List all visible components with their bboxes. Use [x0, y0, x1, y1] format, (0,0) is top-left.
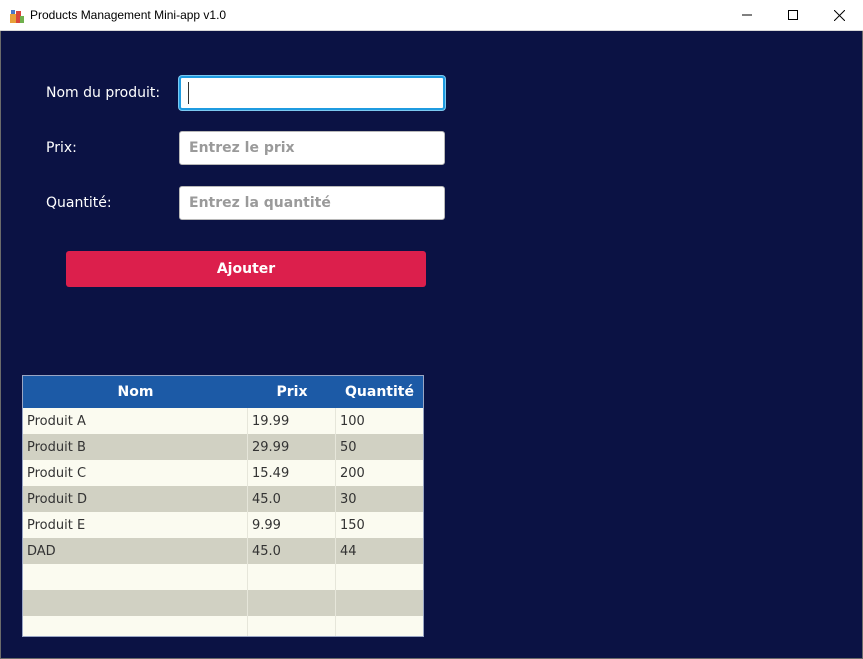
- table-row[interactable]: Produit B 29.99 50: [23, 434, 423, 460]
- cell-prix: 45.0: [248, 486, 336, 512]
- cell-nom: Produit A: [23, 408, 248, 434]
- text-caret: [188, 82, 189, 104]
- cell-nom: Produit B: [23, 434, 248, 460]
- cell-quantite: 30: [340, 491, 357, 507]
- cell-quantite: 100: [340, 413, 365, 429]
- cell-nom: [23, 590, 248, 616]
- close-button[interactable]: [816, 0, 862, 30]
- table-row[interactable]: [23, 564, 423, 590]
- cell-prix: [248, 564, 336, 590]
- cell-prix: 9.99: [248, 512, 336, 538]
- cell-quantite: 44: [340, 543, 357, 559]
- column-header-quantite[interactable]: Quantité: [336, 376, 423, 408]
- maximize-icon: [788, 10, 798, 20]
- cell-prix: 29.99: [248, 434, 336, 460]
- price-label: Prix:: [46, 140, 77, 156]
- cell-prix: 15.49: [248, 460, 336, 486]
- cell-nom: [23, 616, 248, 636]
- table-row[interactable]: Produit C 15.49 200: [23, 460, 423, 486]
- cell-quantite: [336, 564, 423, 590]
- table-row[interactable]: [23, 590, 423, 616]
- add-button[interactable]: Ajouter: [66, 251, 426, 287]
- table-row[interactable]: Produit E 9.99 150: [23, 512, 423, 538]
- window-title: Products Management Mini-app v1.0: [30, 8, 227, 22]
- cell-prix: [248, 590, 336, 616]
- cell-quantite: 150: [340, 517, 365, 533]
- cell-nom: Produit E: [23, 512, 248, 538]
- cell-nom: Produit C: [23, 460, 248, 486]
- table-body: Produit A 19.99 100 Produit B 29.99 50 P…: [23, 408, 423, 636]
- app-icon: [10, 10, 24, 23]
- title-bar: Products Management Mini-app v1.0: [0, 0, 863, 31]
- table-header: Nom Prix Quantité: [23, 376, 423, 408]
- cell-prix: 45.0: [248, 538, 336, 564]
- price-input[interactable]: [179, 131, 445, 165]
- product-name-label: Nom du produit:: [46, 85, 161, 101]
- close-icon: [833, 9, 845, 21]
- cell-nom: Produit D: [23, 486, 248, 512]
- window-border-left: [0, 31, 1, 659]
- quantity-input[interactable]: [179, 186, 445, 220]
- cell-quantite: 200: [340, 465, 365, 481]
- column-header-nom[interactable]: Nom: [23, 376, 248, 408]
- minimize-icon: [742, 14, 752, 16]
- quantity-label: Quantité:: [46, 195, 112, 211]
- cell-nom: [23, 564, 248, 590]
- product-name-input[interactable]: [179, 76, 445, 110]
- table-row[interactable]: [23, 616, 423, 636]
- table-row[interactable]: Produit D 45.0 30: [23, 486, 423, 512]
- cell-quantite: 50: [340, 439, 357, 455]
- maximize-button[interactable]: [770, 0, 816, 30]
- cell-quantite: [336, 616, 423, 636]
- products-table[interactable]: Nom Prix Quantité Produit A 19.99 100 Pr…: [22, 375, 424, 637]
- cell-quantite: [336, 590, 423, 616]
- cell-prix: 19.99: [248, 408, 336, 434]
- minimize-button[interactable]: [724, 0, 770, 30]
- cell-prix: [248, 616, 336, 636]
- column-header-prix[interactable]: Prix: [248, 376, 336, 408]
- table-row[interactable]: DAD 45.0 44: [23, 538, 423, 564]
- cell-nom: DAD: [23, 538, 248, 564]
- table-row[interactable]: Produit A 19.99 100: [23, 408, 423, 434]
